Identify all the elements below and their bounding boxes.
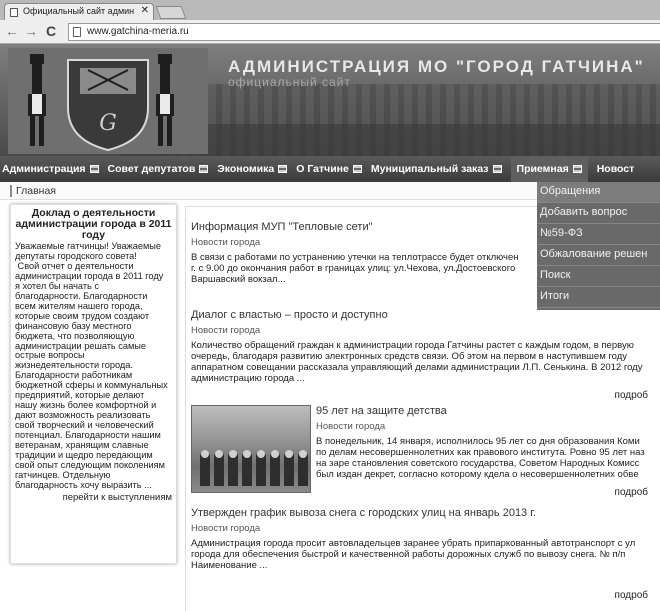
news-item: Диалог с властью – просто и доступно Нов… — [191, 309, 660, 384]
news-category-link[interactable]: Новости города — [316, 421, 660, 432]
dropdown-item-appeals[interactable]: Обращения — [537, 182, 660, 203]
browser-tab-title: Официальный сайт админ — [23, 6, 135, 16]
news-title-link[interactable]: Утвержден график вывоза снега с городски… — [191, 507, 660, 519]
back-arrow-icon[interactable]: ← — [5, 23, 19, 39]
news-item: Утвержден график вывоза снега с городски… — [191, 507, 660, 571]
menu-item-council[interactable]: Совет депутатов — [108, 163, 209, 175]
menu-item-administration[interactable]: Администрация — [2, 163, 99, 175]
news-excerpt: Администрация города просит автовладельц… — [191, 538, 636, 571]
browser-tab[interactable]: Официальный сайт админ ✕ — [4, 3, 154, 20]
news-more-link[interactable]: подроб — [615, 590, 648, 601]
breadcrumb-home-link[interactable]: Главная — [10, 185, 56, 197]
dropdown-item-search[interactable]: Поиск — [537, 266, 660, 287]
news-item: 95 лет на защите детства Новости города … — [316, 405, 660, 480]
dropdown-flag-icon — [572, 165, 582, 173]
menu-item-economy[interactable]: Экономика — [217, 163, 288, 175]
news-excerpt: Количество обращений граждан к администр… — [191, 340, 643, 384]
dropdown-flag-icon — [492, 165, 502, 173]
dropdown-flag-icon — [278, 165, 288, 173]
address-bar[interactable]: www.gatchina-meria.ru — [68, 23, 660, 41]
news-title-link[interactable]: 95 лет на защите детства — [316, 405, 660, 417]
browser-tab-bar: Официальный сайт админ ✕ — [0, 0, 660, 20]
city-coat-of-arms-image[interactable]: G — [8, 48, 208, 154]
dropdown-item-appeal-decisions[interactable]: Обжалование решен — [537, 245, 660, 266]
menu-item-news[interactable]: Новост — [597, 163, 635, 175]
dropdown-item-ask-question[interactable]: Добавить вопрос — [537, 203, 660, 224]
news-category-link[interactable]: Новости города — [191, 523, 660, 534]
reception-dropdown-menu: Обращения Добавить вопрос №59-ФЗ Обжалов… — [537, 182, 660, 310]
page-icon — [73, 27, 81, 37]
main-menu: Администрация Совет депутатов Экономика … — [0, 156, 660, 182]
reload-icon[interactable]: C — [46, 23, 56, 39]
page-favicon-icon — [10, 8, 18, 17]
forward-arrow-icon[interactable]: → — [24, 23, 38, 39]
address-url: www.gatchina-meria.ru — [87, 26, 189, 37]
report-more-link[interactable]: перейти к выступлениям — [15, 492, 172, 503]
svg-text:G: G — [99, 111, 117, 136]
news-title-link[interactable]: Диалог с властью – просто и доступно — [191, 309, 660, 321]
site-title: АДМИНИСТРАЦИЯ МО "ГОРОД ГАТЧИНА" — [228, 57, 645, 76]
report-panel: Доклад о деятельности администрации горо… — [10, 204, 177, 564]
site-subtitle: официальный сайт — [228, 75, 351, 89]
news-more-link[interactable]: подроб — [615, 390, 648, 401]
news-category-link[interactable]: Новости города — [191, 325, 660, 336]
report-text: Уважаемые гатчинцы! Уважаемые депутаты г… — [15, 241, 168, 490]
dropdown-flag-icon — [199, 165, 209, 173]
menu-item-about-gatchina[interactable]: О Гатчине — [296, 163, 362, 175]
dropdown-item-results[interactable]: Итоги — [537, 287, 660, 308]
news-excerpt: В понедельник, 14 января, исполнилось 95… — [316, 436, 645, 480]
dropdown-flag-icon — [89, 165, 99, 173]
report-title: Доклад о деятельности администрации горо… — [15, 207, 172, 241]
site-header-banner: G АДМИНИСТРАЦИЯ МО "ГОРОД ГАТЧИНА" офици… — [0, 44, 660, 156]
close-tab-icon[interactable]: ✕ — [141, 5, 149, 16]
news-more-link[interactable]: подроб — [615, 487, 648, 498]
menu-item-municipal-order[interactable]: Муниципальный заказ — [371, 163, 502, 175]
menu-item-reception[interactable]: Приемная — [510, 156, 588, 182]
browser-toolbar: ← → C www.gatchina-meria.ru — [0, 20, 660, 44]
news-photo[interactable] — [191, 405, 311, 493]
dropdown-item-law-59[interactable]: №59-ФЗ — [537, 224, 660, 245]
new-tab-button[interactable] — [155, 6, 187, 19]
dropdown-flag-icon — [352, 165, 362, 173]
